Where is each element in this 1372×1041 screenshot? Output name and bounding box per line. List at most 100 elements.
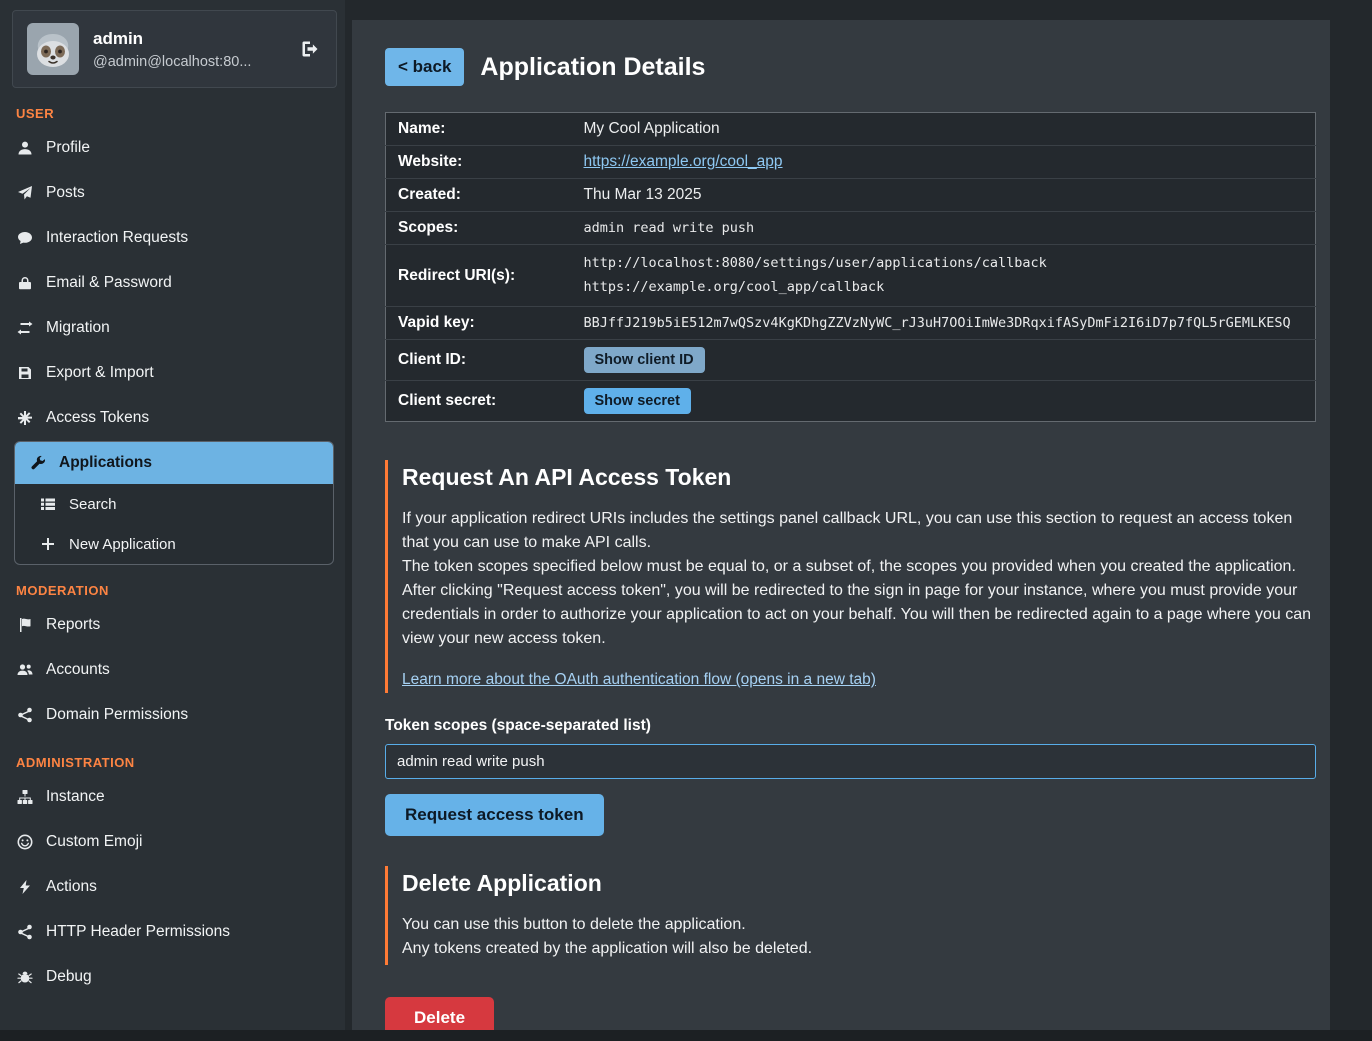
- sidebar-item-posts[interactable]: Posts: [0, 170, 345, 215]
- bolt-icon: [16, 878, 33, 895]
- vapid-key-value: BBJffJ219b5iE512m7wQSzv4KgKDhgZZVzNyWC_r…: [584, 315, 1291, 331]
- logout-icon[interactable]: [300, 39, 320, 59]
- floppy-disk-icon: [16, 364, 33, 381]
- row-label: Website:: [386, 146, 572, 179]
- redirect-uri-value: https://example.org/cool_app/callback: [584, 276, 1304, 300]
- delete-line: Any tokens created by the application wi…: [402, 937, 1316, 961]
- sidebar-item-custom-emoji[interactable]: Custom Emoji: [0, 819, 345, 864]
- sidebar-item-label: Search: [69, 496, 117, 513]
- delete-heading: Delete Application: [402, 870, 1316, 897]
- row-label: Client ID:: [386, 340, 572, 381]
- user-card[interactable]: admin @admin@localhost:80...: [12, 10, 337, 88]
- sidebar-item-email-password[interactable]: Email & Password: [0, 260, 345, 305]
- sidebar-item-label: Interaction Requests: [46, 229, 188, 247]
- sidebar-item-label: Applications: [59, 454, 152, 472]
- row-label: Redirect URI(s):: [386, 245, 572, 307]
- table-row: Redirect URI(s): http://localhost:8080/s…: [386, 245, 1316, 307]
- token-scopes-input[interactable]: [385, 744, 1316, 779]
- table-row: Client secret: Show secret: [386, 381, 1316, 422]
- applications-group: Applications Search New Application: [14, 441, 334, 565]
- sidebar-item-export-import[interactable]: Export & Import: [0, 350, 345, 395]
- section-label-administration: ADMINISTRATION: [16, 755, 345, 770]
- row-label: Created:: [386, 179, 572, 212]
- delete-section: Delete Application You can use this butt…: [385, 866, 1316, 965]
- sidebar-item-label: Accounts: [46, 661, 110, 679]
- request-token-heading: Request An API Access Token: [402, 464, 1316, 491]
- request-token-paragraph: After clicking "Request access token", y…: [402, 579, 1316, 651]
- page-title: Application Details: [480, 53, 705, 82]
- table-row: Created: Thu Mar 13 2025: [386, 179, 1316, 212]
- bug-icon: [16, 968, 33, 985]
- certificate-icon: [16, 409, 33, 426]
- sidebar-item-applications[interactable]: Applications: [15, 442, 333, 484]
- user-icon: [16, 139, 33, 156]
- sidebar-item-actions[interactable]: Actions: [0, 864, 345, 909]
- sidebar-item-domain-permissions[interactable]: Domain Permissions: [0, 692, 345, 737]
- table-row: Name: My Cool Application: [386, 113, 1316, 146]
- section-label-user: USER: [16, 106, 345, 121]
- share-nodes-icon: [16, 706, 33, 723]
- created-value: Thu Mar 13 2025: [572, 179, 1316, 212]
- show-client-id-button[interactable]: Show client ID: [584, 347, 705, 373]
- sidebar-item-migration[interactable]: Migration: [0, 305, 345, 350]
- page-header: < back Application Details: [385, 48, 1316, 86]
- main-wrapper: < back Application Details Name: My Cool…: [345, 0, 1372, 1041]
- sidebar-item-http-header-permissions[interactable]: HTTP Header Permissions: [0, 909, 345, 954]
- users-icon: [16, 661, 33, 678]
- plus-icon: [39, 536, 56, 553]
- scopes-value: admin read write push: [584, 220, 755, 236]
- delete-button[interactable]: Delete: [385, 997, 494, 1030]
- sidebar-item-access-tokens[interactable]: Access Tokens: [0, 395, 345, 440]
- sidebar-item-new-application[interactable]: New Application: [15, 524, 333, 564]
- row-label: Client secret:: [386, 381, 572, 422]
- sitemap-icon: [16, 788, 33, 805]
- back-button[interactable]: < back: [385, 48, 464, 86]
- main-content: < back Application Details Name: My Cool…: [352, 20, 1330, 1030]
- table-row: Website: https://example.org/cool_app: [386, 146, 1316, 179]
- sidebar-item-label: Actions: [46, 878, 97, 896]
- exchange-icon: [16, 319, 33, 336]
- sidebar-item-accounts[interactable]: Accounts: [0, 647, 345, 692]
- sidebar-item-debug[interactable]: Debug: [0, 954, 345, 999]
- table-row: Client ID: Show client ID: [386, 340, 1316, 381]
- row-label: Name:: [386, 113, 572, 146]
- user-name: admin: [93, 29, 251, 49]
- list-icon: [39, 496, 56, 513]
- sidebar-item-label: Export & Import: [46, 364, 154, 382]
- comment-icon: [16, 229, 33, 246]
- avatar: [27, 23, 79, 75]
- app-name-value: My Cool Application: [572, 113, 1316, 146]
- horizontal-scrollbar-track[interactable]: [0, 1030, 1372, 1041]
- share-nodes-icon: [16, 923, 33, 940]
- request-token-paragraph: If your application redirect URIs includ…: [402, 507, 1316, 555]
- sidebar: admin @admin@localhost:80... USER Profil…: [0, 0, 345, 1041]
- sidebar-item-label: Profile: [46, 139, 90, 157]
- row-label: Vapid key:: [386, 307, 572, 340]
- show-secret-button[interactable]: Show secret: [584, 388, 691, 414]
- table-row: Vapid key: BBJffJ219b5iE512m7wQSzv4KgKDh…: [386, 307, 1316, 340]
- sidebar-item-label: Email & Password: [46, 274, 172, 292]
- user-handle: @admin@localhost:80...: [93, 54, 251, 70]
- token-scopes-label: Token scopes (space-separated list): [385, 717, 1316, 735]
- sidebar-item-interaction-requests[interactable]: Interaction Requests: [0, 215, 345, 260]
- flag-icon: [16, 616, 33, 633]
- sidebar-item-label: Domain Permissions: [46, 706, 188, 724]
- tools-icon: [29, 455, 46, 472]
- sidebar-item-search[interactable]: Search: [15, 484, 333, 524]
- sidebar-item-label: Debug: [46, 968, 92, 986]
- smiley-icon: [16, 833, 33, 850]
- row-label: Scopes:: [386, 212, 572, 245]
- sidebar-item-label: Migration: [46, 319, 110, 337]
- oauth-docs-link[interactable]: Learn more about the OAuth authenticatio…: [402, 671, 876, 689]
- paper-plane-icon: [16, 184, 33, 201]
- sidebar-item-profile[interactable]: Profile: [0, 125, 345, 170]
- lock-icon: [16, 274, 33, 291]
- request-access-token-button[interactable]: Request access token: [385, 794, 604, 836]
- website-link[interactable]: https://example.org/cool_app: [584, 153, 783, 170]
- sidebar-item-reports[interactable]: Reports: [0, 602, 345, 647]
- sidebar-item-label: HTTP Header Permissions: [46, 923, 230, 941]
- applications-submenu: Search New Application: [15, 484, 333, 564]
- sidebar-item-instance[interactable]: Instance: [0, 774, 345, 819]
- app-root: admin @admin@localhost:80... USER Profil…: [0, 0, 1372, 1041]
- sidebar-item-label: Instance: [46, 788, 105, 806]
